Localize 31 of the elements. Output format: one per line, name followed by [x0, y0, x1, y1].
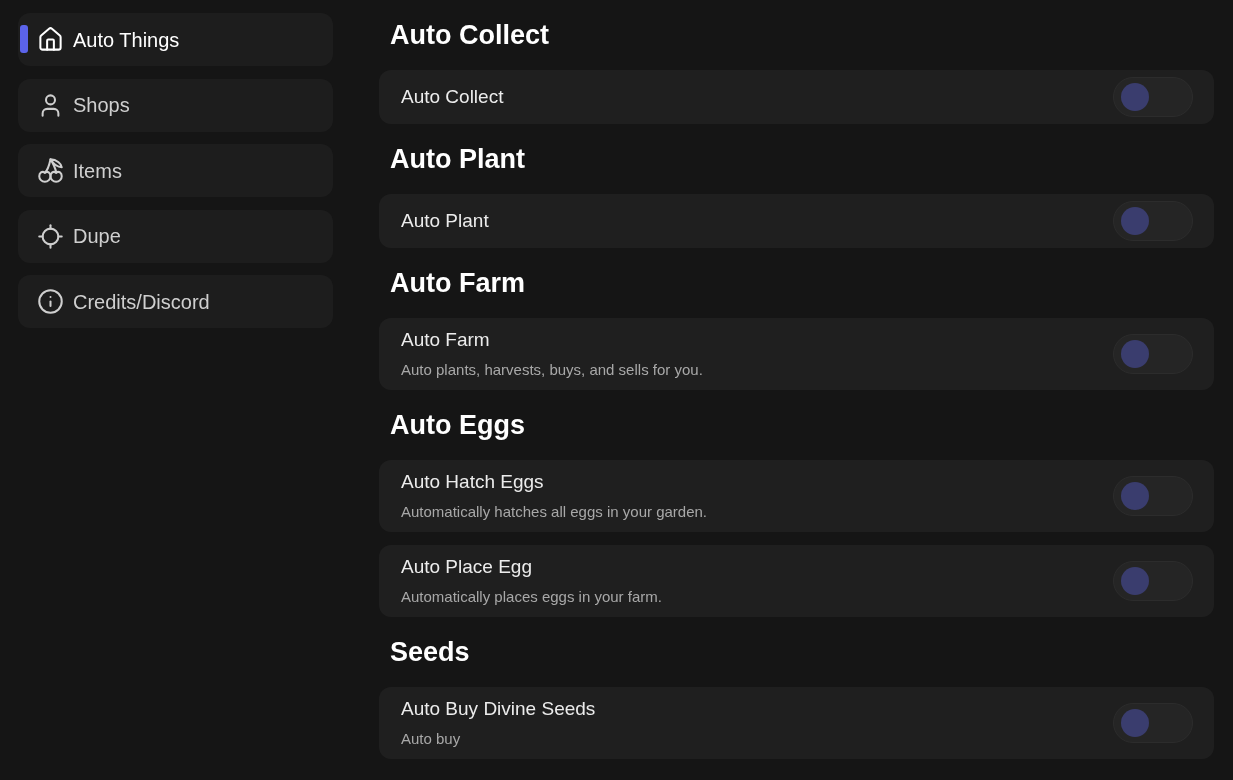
toggle-description: Auto buy [401, 729, 462, 749]
toggle-label: Auto Place Egg [401, 555, 533, 579]
toggle-label: Auto Hatch Eggs [401, 470, 545, 494]
sidebar-item[interactable]: Credits/Discord [18, 275, 333, 328]
section-title: Auto Farm [390, 267, 526, 300]
home-icon [37, 26, 64, 53]
toggle-switch[interactable] [1113, 476, 1193, 516]
toggle-switch[interactable] [1113, 561, 1193, 601]
toggle-switch[interactable] [1113, 77, 1193, 117]
toggle-label: Auto Collect [401, 85, 504, 109]
toggle-label: Auto Buy Divine Seeds [401, 697, 596, 721]
section-title: Seeds [390, 636, 471, 669]
info-icon [37, 288, 64, 315]
toggle-description: Automatically hatches all eggs in your garden. [401, 502, 707, 522]
toggle-description: Auto plants, harvests, buys, and sells for you. [401, 360, 703, 380]
sidebar-item[interactable]: Items [18, 144, 333, 197]
section-title: Auto Eggs [390, 409, 526, 442]
sidebar-item[interactable]: Dupe [18, 209, 333, 263]
toggle-switch[interactable] [1113, 201, 1193, 241]
toggle-description: Automatically places eggs in your farm. [401, 587, 662, 607]
sidebar-item[interactable]: Shops [18, 78, 333, 132]
crosshair-icon [37, 222, 64, 250]
toggle-switch[interactable] [1113, 703, 1193, 743]
toggle-label: Auto Plant [401, 209, 489, 233]
section-title: Auto Plant [390, 143, 526, 176]
section-title: Auto Collect [390, 19, 550, 52]
toggle-label: Auto Farm [401, 328, 491, 352]
cherry-icon [37, 157, 64, 184]
toggle-switch[interactable] [1113, 334, 1193, 374]
selection-indicator [20, 25, 28, 53]
sidebar-item[interactable]: Auto Things [18, 13, 333, 66]
